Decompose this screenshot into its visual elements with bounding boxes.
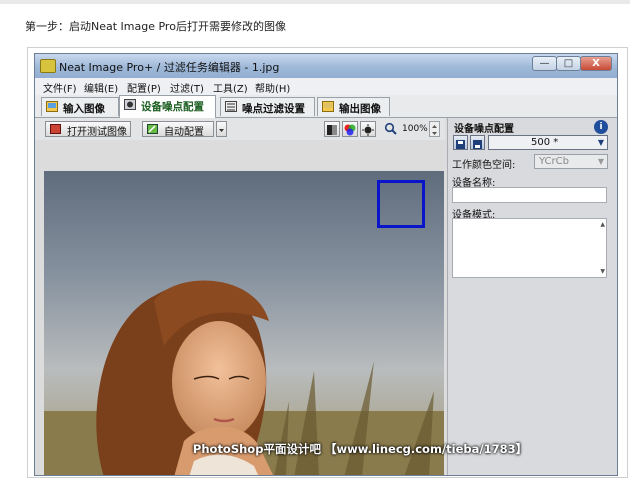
info-icon[interactable]: i	[594, 120, 608, 134]
menu-edit[interactable]: 编辑(E)	[84, 80, 118, 95]
app-icon	[40, 59, 56, 73]
open-test-image-button[interactable]: 打开测试图像	[45, 121, 131, 138]
scroll-down-icon[interactable]: ▼	[600, 268, 605, 275]
device-profile-icon	[124, 99, 136, 110]
input-image-icon	[46, 101, 58, 112]
brightness-button[interactable]	[360, 121, 376, 137]
zoom-level: 100%	[402, 124, 428, 134]
open-image-icon	[50, 124, 61, 134]
menu-file[interactable]: 文件(F)	[43, 80, 77, 95]
tab-input-image[interactable]: 输入图像	[41, 97, 119, 116]
auto-profile-icon	[147, 124, 158, 134]
tab-label: 噪点过滤设置	[242, 103, 305, 115]
window-title: Neat Image Pro+ / 过滤任务编辑器 - 1.jpg	[59, 61, 280, 74]
color-space-label: 工作颜色空间:	[452, 160, 516, 171]
menu-help[interactable]: 帮助(H)	[255, 80, 290, 95]
load-profile-button[interactable]	[453, 135, 468, 150]
tab-bar: 输入图像 设备噪点配置 噪点过滤设置 输出图像	[35, 95, 617, 118]
brightness-icon	[362, 124, 374, 136]
profile-value: 500 *	[531, 137, 559, 148]
open-test-image-label: 打开测试图像	[67, 127, 127, 138]
view-mode-button[interactable]	[324, 121, 340, 137]
profile-panel: 设备噪点配置 i 500 * ▼ 工作颜色空间: YCrCb ▼ 设备名称: 设…	[447, 118, 617, 475]
filter-settings-icon	[225, 101, 237, 112]
chevron-down-icon: ▼	[597, 138, 604, 147]
menu-profile[interactable]: 配置(P)	[127, 80, 161, 95]
chevron-down-icon: ▼	[597, 157, 604, 166]
scroll-up-icon[interactable]: ▲	[600, 221, 605, 228]
tab-device-noise-profile[interactable]: 设备噪点配置	[119, 95, 216, 118]
grid-view-icon	[327, 125, 337, 135]
device-name-field[interactable]	[452, 187, 607, 203]
menu-filter[interactable]: 过滤(T)	[170, 80, 204, 95]
tab-output-image[interactable]: 输出图像	[317, 97, 390, 116]
device-mode-field[interactable]: ▲ ▼	[452, 218, 607, 278]
auto-profile-dropdown[interactable]	[216, 121, 227, 137]
color-wheel-icon	[344, 124, 356, 136]
color-space-value: YCrCb	[539, 156, 569, 167]
top-divider	[0, 0, 630, 4]
zoom-stepper[interactable]	[429, 121, 440, 137]
open-profile-icon	[456, 140, 465, 149]
close-button[interactable]: X	[580, 56, 612, 71]
color-channels-button[interactable]	[342, 121, 358, 137]
watermark-text: PhotoShop平面设计吧 【www.linecg.com/tieba/178…	[192, 442, 528, 456]
tab-label: 输出图像	[339, 103, 381, 115]
save-icon	[473, 140, 482, 149]
title-bar[interactable]: Neat Image Pro+ / 过滤任务编辑器 - 1.jpg — □ X	[35, 54, 617, 78]
minimize-button[interactable]: —	[532, 56, 557, 71]
panel-title: 设备噪点配置	[454, 124, 514, 135]
chevron-down-icon	[219, 129, 224, 132]
tab-label: 输入图像	[63, 103, 105, 115]
auto-profile-button[interactable]: 自动配置	[142, 121, 214, 138]
tab-label: 设备噪点配置	[141, 101, 204, 113]
save-profile-button[interactable]	[470, 135, 485, 150]
step-caption: 第一步：启动Neat Image Pro后打开需要修改的图像	[25, 20, 286, 33]
app-window: Neat Image Pro+ / 过滤任务编辑器 - 1.jpg — □ X …	[34, 53, 618, 476]
stepper-arrows-icon	[432, 125, 437, 135]
color-space-select[interactable]: YCrCb ▼	[534, 154, 608, 169]
profile-select[interactable]: 500 * ▼	[488, 135, 608, 150]
menu-bar: 文件(F) 编辑(E) 配置(P) 过滤(T) 工具(Z) 帮助(H)	[35, 78, 617, 96]
image-toolbar: 打开测试图像 自动配置 100%	[35, 118, 445, 140]
output-image-icon	[322, 101, 334, 112]
maximize-button[interactable]: □	[556, 56, 581, 71]
zoom-icon[interactable]	[384, 122, 398, 136]
auto-profile-label: 自动配置	[164, 127, 204, 138]
menu-tools[interactable]: 工具(Z)	[213, 80, 248, 95]
noise-sample-selection[interactable]	[377, 180, 425, 228]
tab-noise-filter-settings[interactable]: 噪点过滤设置	[220, 97, 315, 116]
